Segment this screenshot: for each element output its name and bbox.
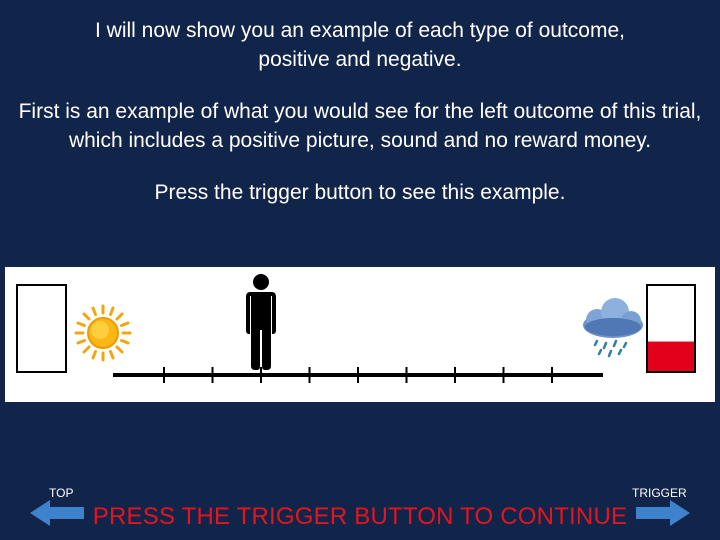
instruction-paragraph-3: Press the trigger button to see this exa… bbox=[154, 181, 566, 204]
sun-icon bbox=[74, 304, 132, 362]
top-label: TOP bbox=[49, 486, 74, 500]
person-icon bbox=[246, 274, 276, 370]
trial-display bbox=[16, 274, 696, 383]
instruction-paragraph-1: I will now show you an example of each t… bbox=[95, 19, 625, 71]
left-reward-box bbox=[16, 284, 67, 373]
trigger-label: TRIGGER bbox=[632, 486, 687, 500]
continue-prompt: PRESS THE TRIGGER BUTTON TO CONTINUE bbox=[92, 503, 628, 530]
trial-display-panel bbox=[5, 267, 715, 402]
right-reward-box bbox=[646, 284, 696, 373]
rain-cloud-icon bbox=[583, 298, 643, 358]
right-arrow-icon[interactable] bbox=[636, 500, 690, 526]
right-reward-fill bbox=[647, 341, 695, 372]
instruction-paragraph-2: First is an example of what you would se… bbox=[18, 100, 702, 152]
instructions-text: I will now show you an example of each t… bbox=[0, 16, 720, 230]
